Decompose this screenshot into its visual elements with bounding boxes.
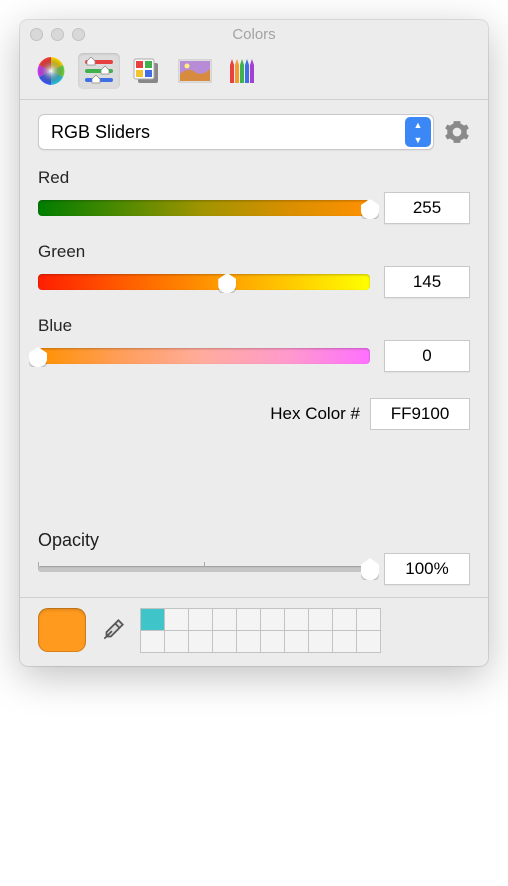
mode-row: RGB Sliders ▲ ▼ <box>38 114 470 150</box>
swatch-cell[interactable] <box>308 630 333 653</box>
swatch-cell[interactable] <box>212 608 237 631</box>
swatch-cell[interactable] <box>236 630 261 653</box>
footer <box>20 597 488 666</box>
swatch-cell[interactable] <box>260 608 285 631</box>
blue-value-input[interactable]: 0 <box>384 340 470 372</box>
gear-icon[interactable] <box>444 119 470 145</box>
green-thumb[interactable] <box>218 273 236 293</box>
hex-row: Hex Color # FF9100 <box>38 398 470 430</box>
swatch-cell[interactable] <box>284 630 309 653</box>
window-title: Colors <box>20 26 488 43</box>
swatch-grid <box>140 608 380 652</box>
swatch-cell[interactable] <box>188 608 213 631</box>
swatch-cell[interactable] <box>356 630 381 653</box>
red-thumb[interactable] <box>361 199 379 219</box>
swatch-cell[interactable] <box>140 608 165 631</box>
hex-label: Hex Color # <box>270 404 360 424</box>
opacity-thumb[interactable] <box>361 558 379 580</box>
color-wheel-icon <box>35 55 67 87</box>
red-value-input[interactable]: 255 <box>384 192 470 224</box>
swatch-cell[interactable] <box>212 630 237 653</box>
current-color-swatch[interactable] <box>38 608 86 652</box>
swatch-cell[interactable] <box>332 608 357 631</box>
swatch-cell[interactable] <box>284 608 309 631</box>
slider-mode-label: RGB Sliders <box>51 122 150 143</box>
pencils-icon <box>228 57 258 85</box>
blue-thumb[interactable] <box>29 347 47 367</box>
color-palettes-tab[interactable] <box>126 53 168 89</box>
hex-value-input[interactable]: FF9100 <box>370 398 470 430</box>
swatch-cell[interactable] <box>140 630 165 653</box>
color-wheel-tab[interactable] <box>30 53 72 89</box>
blue-label: Blue <box>38 316 470 336</box>
titlebar: Colors <box>20 20 488 48</box>
panel: RGB Sliders ▲ ▼ Red 255 Green <box>20 100 488 585</box>
green-slider[interactable] <box>38 274 370 290</box>
red-slider[interactable] <box>38 200 370 216</box>
image-palettes-tab[interactable] <box>174 53 216 89</box>
green-label: Green <box>38 242 470 262</box>
swatch-cell[interactable] <box>188 630 213 653</box>
swatch-cell[interactable] <box>164 608 189 631</box>
opacity-label: Opacity <box>38 530 470 551</box>
eyedropper-icon[interactable] <box>100 617 126 643</box>
colors-window: Colors <box>20 20 488 666</box>
swatch-cell[interactable] <box>260 630 285 653</box>
red-slider-block: Red 255 <box>38 168 470 224</box>
red-label: Red <box>38 168 470 188</box>
chevron-down-icon: ▼ <box>405 132 431 147</box>
blue-slider-block: Blue 0 <box>38 316 470 372</box>
swatch-cell[interactable] <box>164 630 189 653</box>
opacity-value-input[interactable]: 100% <box>384 553 470 585</box>
swatch-cell[interactable] <box>356 608 381 631</box>
image-icon <box>178 59 212 83</box>
swatch-cell[interactable] <box>332 630 357 653</box>
toolbar <box>20 48 488 100</box>
sliders-icon <box>83 57 115 85</box>
blue-slider[interactable] <box>38 348 370 364</box>
green-slider-block: Green 145 <box>38 242 470 298</box>
chevron-up-icon: ▲ <box>405 117 431 132</box>
swatch-cell[interactable] <box>308 608 333 631</box>
select-stepper[interactable]: ▲ ▼ <box>405 117 431 147</box>
green-value-input[interactable]: 145 <box>384 266 470 298</box>
swatch-cell[interactable] <box>236 608 261 631</box>
palette-icon <box>132 57 162 85</box>
color-sliders-tab[interactable] <box>78 53 120 89</box>
slider-mode-select[interactable]: RGB Sliders ▲ ▼ <box>38 114 434 150</box>
pencils-tab[interactable] <box>222 53 264 89</box>
opacity-row: 100% <box>38 553 470 585</box>
opacity-slider[interactable] <box>38 566 370 572</box>
